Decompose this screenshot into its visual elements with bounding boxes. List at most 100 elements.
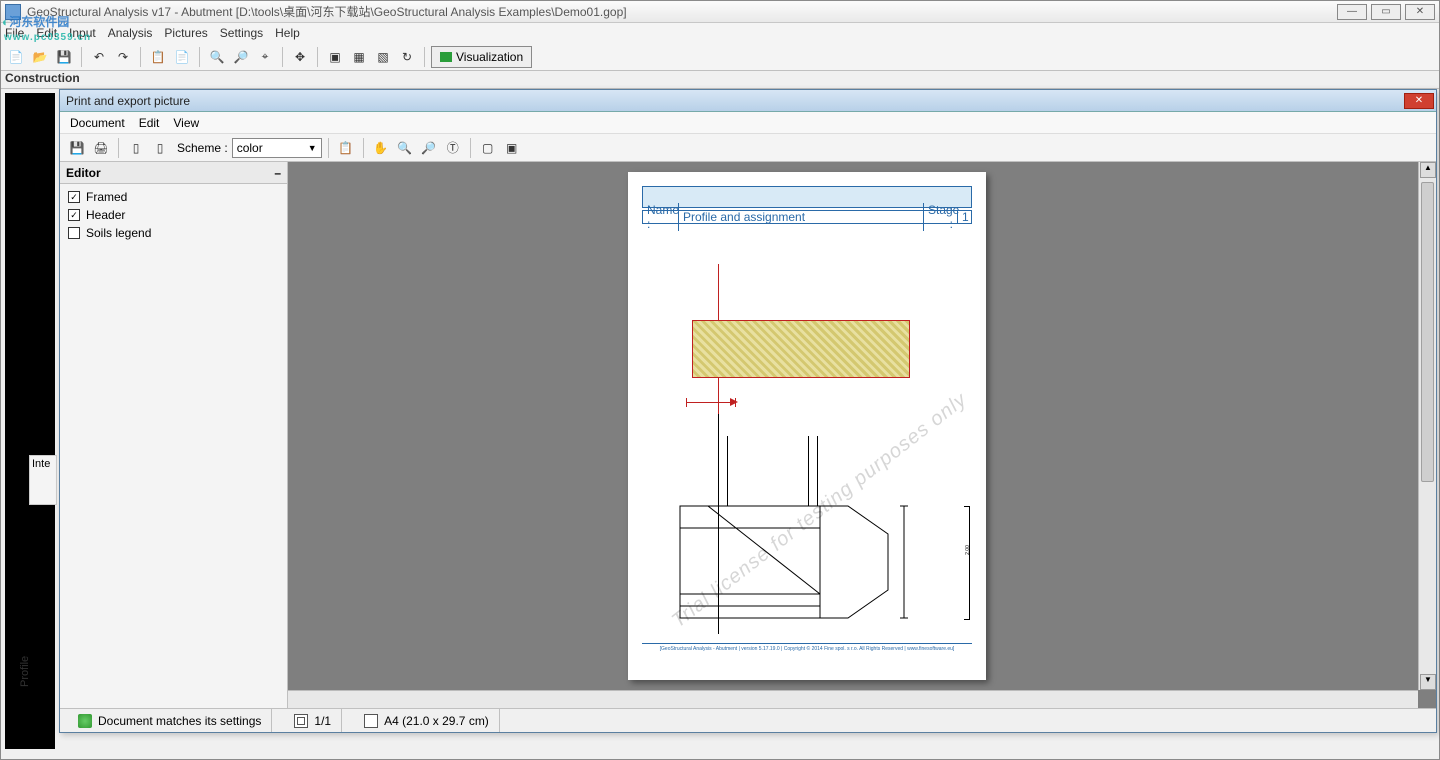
profile-viewport — [5, 93, 55, 749]
dialog-menubar: Document Edit View — [60, 112, 1436, 134]
window-buttons: — ▭ ✕ — [1333, 4, 1435, 20]
dlg-text-icon[interactable]: Ⓣ — [442, 137, 464, 159]
dialog-body: Editor – Framed Header Soils legend — [60, 162, 1436, 708]
select3-icon[interactable]: ▧ — [372, 46, 394, 68]
page-preview: Name : Profile and assignment Stage : 1 … — [628, 172, 986, 680]
main-window: GeoStructural Analysis v17 - Abutment [D… — [0, 0, 1440, 760]
page-name-value: Profile and assignment — [679, 210, 923, 224]
dlg-save-icon[interactable]: 💾 — [66, 137, 88, 159]
undo-icon[interactable]: ↶ — [88, 46, 110, 68]
open-icon[interactable]: 📂 — [29, 46, 51, 68]
select2-icon[interactable]: ▦ — [348, 46, 370, 68]
status-settings-match: Document matches its settings — [68, 709, 272, 732]
collapse-icon[interactable]: – — [274, 166, 281, 180]
menu-pictures[interactable]: Pictures — [164, 26, 207, 40]
copy-icon[interactable]: 📋 — [147, 46, 169, 68]
refresh-icon[interactable]: ↻ — [396, 46, 418, 68]
inte-panel: Inte — [29, 455, 57, 505]
dlg-hand-icon[interactable]: ✋ — [370, 137, 392, 159]
menu-help[interactable]: Help — [275, 26, 300, 40]
chevron-down-icon: ▼ — [308, 143, 317, 153]
editor-item-soils-legend[interactable]: Soils legend — [68, 226, 279, 240]
menu-analysis[interactable]: Analysis — [108, 26, 153, 40]
menu-file[interactable]: File — [5, 26, 24, 40]
pan-icon[interactable]: ✥ — [289, 46, 311, 68]
print-export-dialog: Print and export picture ✕ Document Edit… — [59, 89, 1437, 733]
scheme-select[interactable]: color ▼ — [232, 138, 322, 158]
status-page-text: 1/1 — [314, 714, 331, 728]
dialog-statusbar: Document matches its settings 1/1 A4 (21… — [60, 708, 1436, 732]
page-drawing: Trial license for testing purposes only — [642, 224, 972, 644]
dlg-copy-icon[interactable]: 📋 — [335, 137, 357, 159]
dlg-menu-edit[interactable]: Edit — [139, 116, 160, 130]
menu-input[interactable]: Input — [69, 26, 96, 40]
page-stage-value: 1 — [957, 210, 971, 224]
main-title-text: GeoStructural Analysis v17 - Abutment [D… — [27, 3, 1333, 20]
select-icon[interactable]: ▣ — [324, 46, 346, 68]
toolbar-sep — [81, 47, 82, 67]
save-icon[interactable]: 💾 — [53, 46, 75, 68]
scroll-up-icon[interactable]: ▲ — [1420, 162, 1436, 178]
post-1 — [718, 436, 728, 506]
main-titlebar: GeoStructural Analysis v17 - Abutment [D… — [1, 1, 1439, 23]
visualization-button[interactable]: Visualization — [431, 46, 532, 68]
dlg-menu-document[interactable]: Document — [70, 116, 125, 130]
dlg-print-icon[interactable]: 🖨 — [90, 137, 112, 159]
menu-settings[interactable]: Settings — [220, 26, 263, 40]
dlg-fit2-icon[interactable]: ▣ — [501, 137, 523, 159]
scheme-value: color — [237, 141, 263, 155]
dialog-titlebar: Print and export picture ✕ — [60, 90, 1436, 112]
toolbar-sep — [199, 47, 200, 67]
scheme-label: Scheme : — [177, 141, 228, 155]
editor-item-header[interactable]: Header — [68, 208, 279, 222]
toolbar-sep — [363, 138, 364, 158]
horizontal-scrollbar[interactable] — [288, 690, 1418, 708]
checkbox-soils-legend[interactable] — [68, 227, 80, 239]
dialog-close-button[interactable]: ✕ — [1404, 93, 1434, 109]
status-ok-icon — [78, 714, 92, 728]
construction-stage-bar: Construction — [1, 71, 1439, 89]
editor-header[interactable]: Editor – — [60, 162, 287, 184]
dlg-menu-view[interactable]: View — [173, 116, 199, 130]
dlg-page-icon[interactable]: ▯ — [125, 137, 147, 159]
checkbox-framed[interactable] — [68, 191, 80, 203]
scroll-down-icon[interactable]: ▼ — [1420, 674, 1436, 690]
editor-item-label: Framed — [86, 190, 127, 204]
horizontal-marker — [686, 402, 736, 403]
status-page-indicator: 1/1 — [284, 709, 342, 732]
profile-tab[interactable]: Profile — [19, 656, 31, 687]
toolbar-sep — [328, 138, 329, 158]
app-icon — [5, 4, 21, 20]
dlg-fit-icon[interactable]: ▢ — [477, 137, 499, 159]
zoom-out-icon[interactable]: 🔎 — [230, 46, 252, 68]
preview-area[interactable]: Name : Profile and assignment Stage : 1 … — [288, 162, 1436, 708]
construction-label: Construction — [5, 71, 80, 85]
visualization-icon — [440, 52, 452, 62]
status-paper-size: A4 (21.0 x 29.7 cm) — [354, 709, 500, 732]
close-button[interactable]: ✕ — [1405, 4, 1435, 20]
minimize-button[interactable]: — — [1337, 4, 1367, 20]
dim-height-label: 2.00 — [965, 545, 971, 555]
toolbar-sep — [118, 138, 119, 158]
dlg-zoom-out-icon[interactable]: 🔎 — [418, 137, 440, 159]
editor-title: Editor — [66, 166, 101, 180]
new-icon[interactable]: 📄 — [5, 46, 27, 68]
checkbox-header[interactable] — [68, 209, 80, 221]
redo-icon[interactable]: ↷ — [112, 46, 134, 68]
zoom-in-icon[interactable]: 🔍 — [206, 46, 228, 68]
editor-item-framed[interactable]: Framed — [68, 190, 279, 204]
page-footer: [GeoStructural Analysis - Abutment | ver… — [642, 644, 972, 652]
dlg-zoom-in-icon[interactable]: 🔍 — [394, 137, 416, 159]
editor-panel: Editor – Framed Header Soils legend — [60, 162, 288, 708]
maximize-button[interactable]: ▭ — [1371, 4, 1401, 20]
status-settings-text: Document matches its settings — [98, 714, 261, 728]
dialog-toolbar: 💾 🖨 ▯ ▯ Scheme : color ▼ 📋 ✋ 🔍 🔎 Ⓣ ▢ ▣ — [60, 134, 1436, 162]
dlg-pages-icon[interactable]: ▯ — [149, 137, 171, 159]
paste-icon[interactable]: 📄 — [171, 46, 193, 68]
zoom-window-icon[interactable]: ⌖ — [254, 46, 276, 68]
pages-icon — [294, 714, 308, 728]
menu-edit[interactable]: Edit — [36, 26, 57, 40]
scroll-thumb[interactable] — [1421, 182, 1434, 482]
paper-icon — [364, 714, 378, 728]
vertical-scrollbar[interactable]: ▲ ▼ — [1418, 162, 1436, 690]
